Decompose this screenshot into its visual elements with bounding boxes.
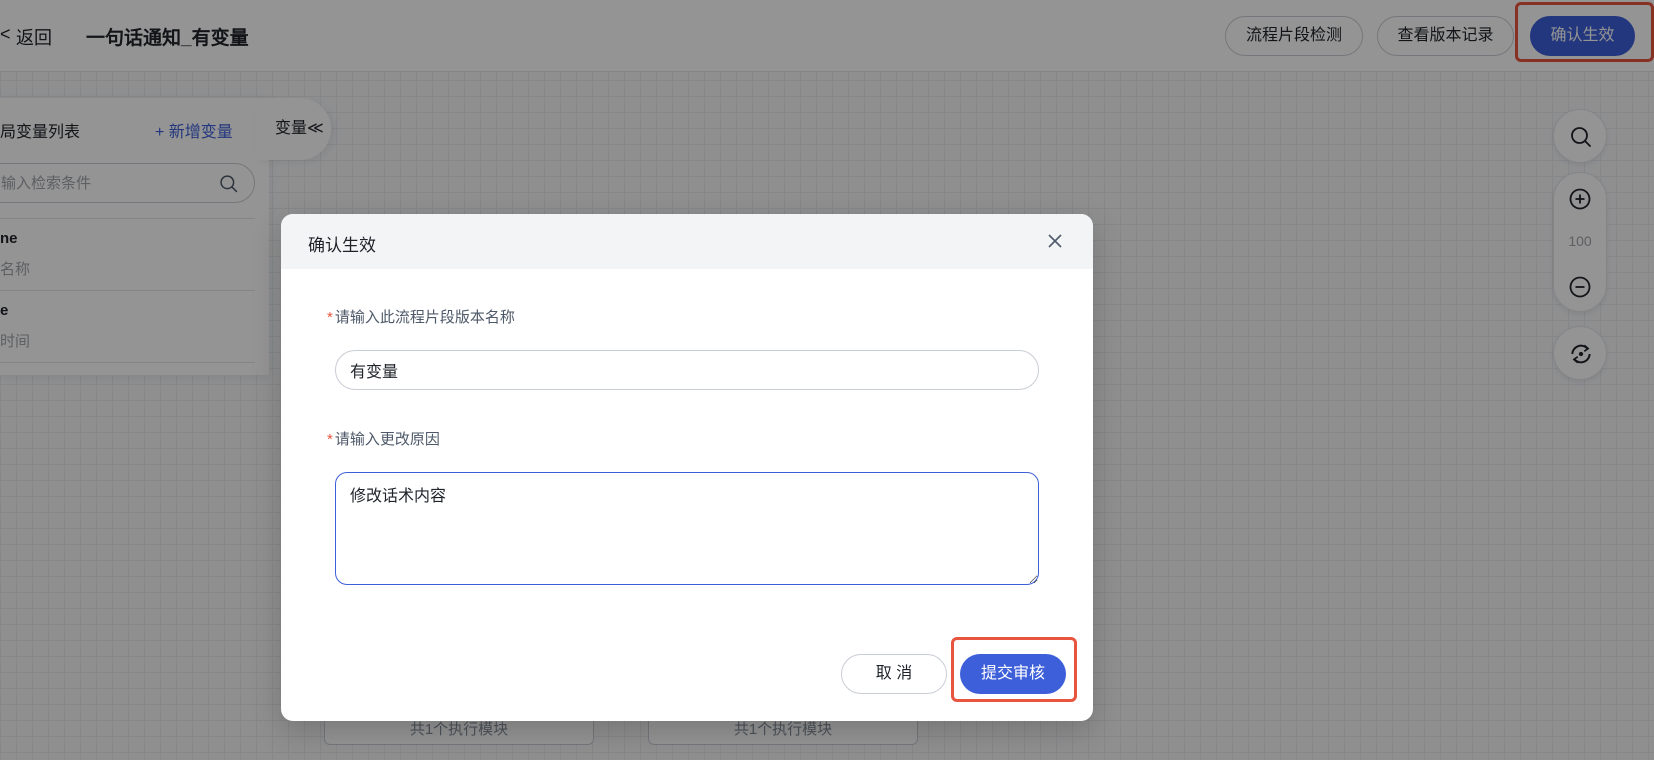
change-reason-textarea[interactable]: 修改话术内容 (335, 472, 1039, 585)
version-name-input[interactable] (335, 350, 1039, 390)
version-name-label-text: 请输入此流程片段版本名称 (334, 309, 515, 326)
required-mark: * (327, 431, 333, 448)
submit-review-button[interactable]: 提交审核 (960, 654, 1066, 694)
version-name-label: * 请输入此流程片段版本名称 (327, 306, 515, 327)
dialog-header: 确认生效 (281, 214, 1093, 269)
change-reason-label-text: 请输入更改原因 (334, 431, 440, 448)
change-reason-label: * 请输入更改原因 (327, 428, 440, 449)
dialog-title: 确认生效 (308, 236, 376, 255)
required-mark: * (327, 309, 333, 326)
cancel-button[interactable]: 取 消 (841, 654, 947, 694)
close-icon[interactable] (1046, 232, 1064, 250)
confirm-dialog: 确认生效 *请输入此流程片段版本名称 *请输入更改原因 修改话术内容 取 消 提… (281, 214, 1093, 721)
